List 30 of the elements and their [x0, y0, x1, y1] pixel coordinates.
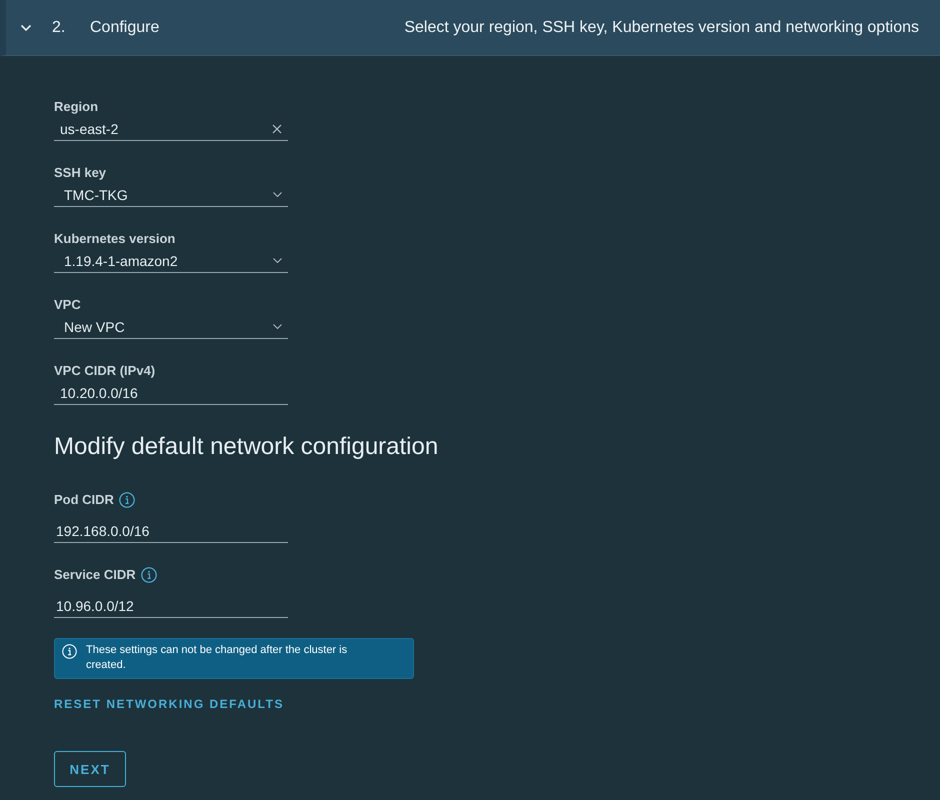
field-label: Kubernetes version — [54, 231, 176, 247]
field-label: SSH key — [54, 165, 106, 181]
field-label: VPC CIDR (IPv4) — [54, 363, 156, 379]
caret-icon[interactable] — [273, 324, 282, 329]
caret-icon[interactable] — [273, 258, 282, 263]
select-field[interactable]: TMC-TKG — [54, 183, 288, 207]
step-description: Select your region, SSH key, Kubernetes version and networking options — [404, 18, 919, 36]
field-label: Region — [54, 99, 98, 115]
step-title: Configure — [90, 18, 160, 36]
step-header[interactable]: 2. Configure Select your region, SSH key, Kubernetes version and networking options — [0, 0, 940, 56]
step-number: 2. — [52, 18, 66, 36]
input-field[interactable]: 10.96.0.0/12 — [54, 594, 288, 618]
combobox-field[interactable]: us-east-2 — [54, 117, 288, 141]
caret-icon[interactable] — [273, 192, 282, 197]
field-label: VPC — [54, 297, 81, 313]
field-label: Service CIDR — [54, 567, 136, 583]
alert-text: These settings can not be changed after the cluster is created. — [86, 643, 348, 673]
reset-link[interactable]: RESET NETWORKING DEFAULTS — [54, 697, 284, 711]
info-icon[interactable] — [140, 567, 157, 583]
section-heading: Modify default network configuration — [54, 433, 438, 461]
clear-icon[interactable] — [272, 124, 282, 134]
next-button[interactable]: NEXT — [54, 751, 126, 787]
input-field[interactable]: 192.168.0.0/16 — [54, 519, 288, 543]
field-label: Pod CIDR — [54, 492, 114, 508]
select-field[interactable]: New VPC — [54, 315, 288, 339]
info-icon — [62, 644, 77, 659]
input-field[interactable]: 10.20.0.0/16 — [54, 381, 288, 405]
chevron-icon[interactable] — [20, 24, 32, 32]
info-icon[interactable] — [118, 492, 135, 508]
select-field[interactable]: 1.19.4-1-amazon2 — [54, 249, 288, 273]
